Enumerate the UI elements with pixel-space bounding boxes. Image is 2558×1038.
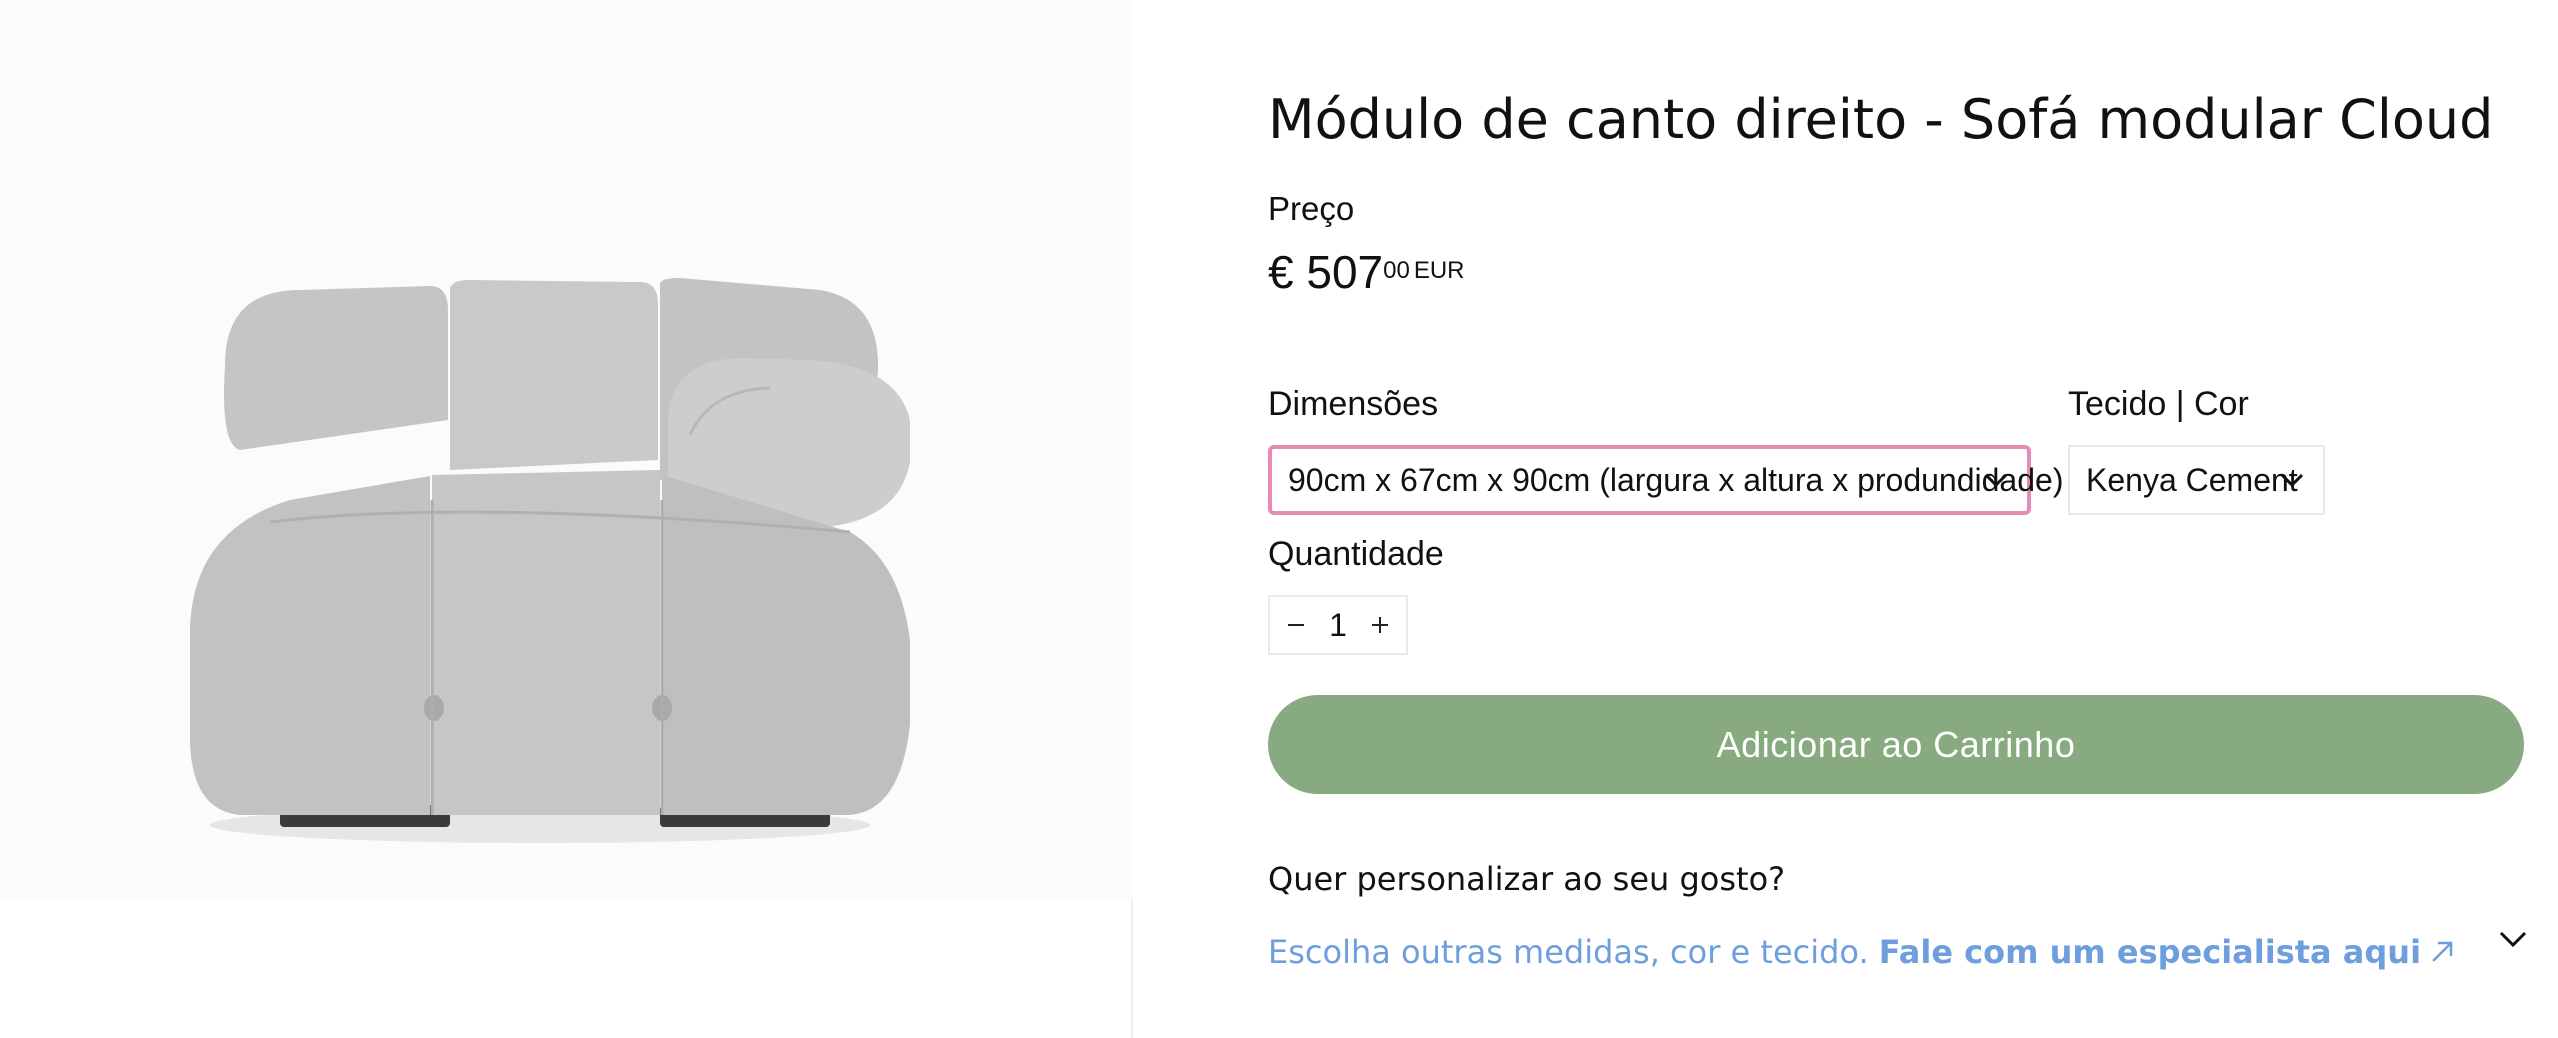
- increase-quantity-button[interactable]: [1368, 613, 1392, 637]
- dimensions-select[interactable]: 90cm x 67cm x 90cm (largura x altura x p…: [1268, 445, 2063, 515]
- plus-icon: [1371, 617, 1388, 633]
- specialist-link-label: Fale com um especialista aqui: [1878, 933, 2422, 971]
- product-image[interactable]: [170, 270, 910, 850]
- product-title: Módulo de canto direito - Sofá modular C…: [1268, 88, 2494, 151]
- fabric-label: Tecido | Cor: [2068, 385, 2249, 423]
- quantity-label: Quantidade: [1268, 535, 1444, 573]
- dimensions-label: Dimensões: [1268, 385, 1439, 423]
- customize-description: Escolha outras medidas, cor e tecido. Fa…: [1268, 933, 2455, 971]
- customize-text: Escolha outras medidas, cor e tecido.: [1268, 933, 1869, 971]
- customize-heading: Quer personalizar ao seu gosto?: [1268, 860, 1786, 898]
- add-to-cart-button[interactable]: Adicionar ao Carrinho: [1268, 695, 2524, 794]
- product-media-panel: [0, 0, 1133, 1038]
- external-link-arrow-icon: [2432, 941, 2453, 962]
- quantity-value[interactable]: 1: [1329, 607, 1347, 644]
- fabric-color-select[interactable]: Kenya Cement: [2068, 445, 2325, 515]
- product-price: € 50700 EUR: [1268, 245, 1465, 299]
- price-currency: EUR: [1413, 257, 1465, 284]
- chevron-down-icon[interactable]: [2498, 928, 2528, 950]
- price-cents: 00: [1383, 257, 1410, 284]
- dimensions-value: 90cm x 67cm x 90cm (largura x altura x p…: [1288, 461, 2064, 498]
- price-amount: € 507: [1268, 246, 1384, 298]
- price-label: Preço: [1268, 190, 1355, 227]
- chevron-down-icon: [1984, 473, 2008, 488]
- minus-icon: [1288, 624, 1304, 626]
- quantity-stepper: 1: [1268, 595, 1408, 655]
- decrease-quantity-button[interactable]: [1284, 613, 1308, 637]
- product-info-panel: Módulo de canto direito - Sofá modular C…: [1268, 0, 2528, 1038]
- specialist-contact-link[interactable]: Fale com um especialista aqui: [1879, 933, 2455, 971]
- chevron-down-icon: [2280, 473, 2304, 488]
- fabric-value: Kenya Cement: [2086, 461, 2298, 498]
